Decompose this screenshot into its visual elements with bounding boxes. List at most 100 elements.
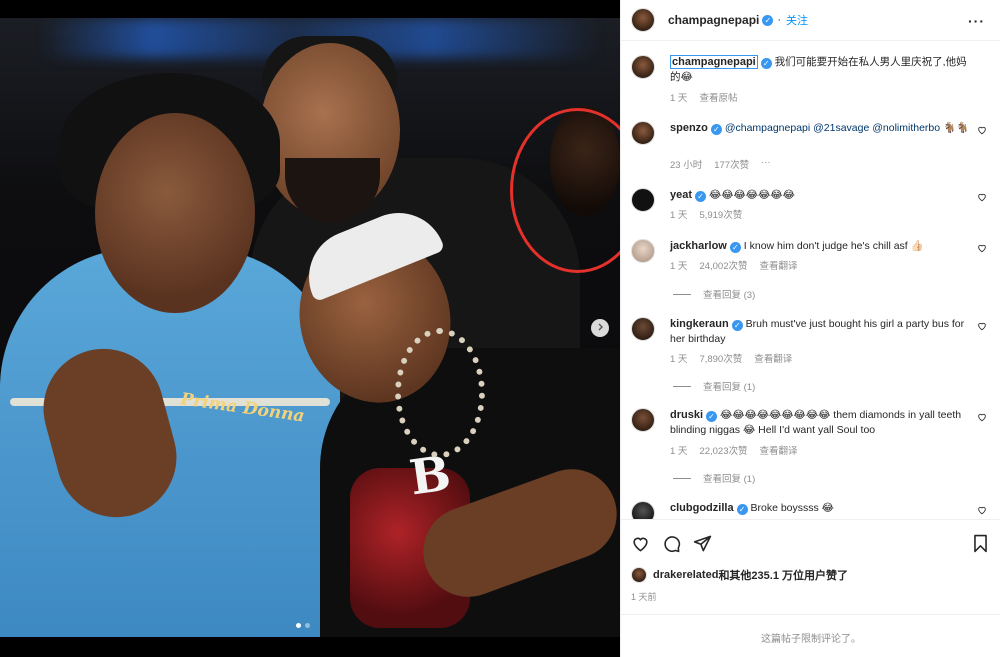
caption: champagnepapi ✓ 我们可能要开始在私人男人里庆祝了,他妈的😂 1 天… bbox=[631, 55, 991, 105]
comment-likes[interactable]: 177次赞 bbox=[714, 157, 749, 171]
comment-body: jackharlow ✓ I know him don't judge he's … bbox=[670, 239, 970, 254]
comment-meta: 1 天 5,919次赞 bbox=[670, 207, 742, 221]
comment-icon[interactable] bbox=[662, 534, 681, 556]
author-avatar[interactable] bbox=[631, 8, 655, 32]
author-avatar[interactable] bbox=[631, 55, 655, 79]
chevron-right-icon bbox=[596, 322, 604, 334]
view-replies-button[interactable]: 查看回复 (1) bbox=[673, 379, 755, 393]
heart-icon[interactable] bbox=[977, 243, 987, 253]
post-date[interactable]: 1 天前 bbox=[631, 590, 657, 603]
comment-item: spenzo ✓ @champagnepapi @21savage @nolimi… bbox=[631, 121, 991, 171]
paper-plane-icon[interactable] bbox=[693, 534, 712, 556]
see-translation-link[interactable]: 查看翻译 bbox=[760, 443, 798, 457]
comment-text: I know him don't judge he's chill asf 👍🏻 bbox=[743, 240, 924, 252]
replies-divider bbox=[673, 293, 691, 295]
bookmark-icon[interactable] bbox=[972, 534, 989, 556]
gold-chain bbox=[395, 328, 485, 458]
comment-item: clubgodzilla ✓ Broke boyssss 😂 bbox=[631, 501, 991, 519]
comment-time[interactable]: 1 天 bbox=[670, 258, 687, 272]
comment-text: Broke boyssss 😂 bbox=[750, 502, 834, 514]
commenter-avatar[interactable] bbox=[631, 121, 655, 145]
comment-username[interactable]: spenzo bbox=[670, 122, 708, 134]
comment-username[interactable]: druski bbox=[670, 409, 703, 421]
liked-by-username[interactable]: drakerelated bbox=[653, 569, 718, 581]
post-actions: drakerelated 和其他235.1 万位用户赞了 1 天前 bbox=[621, 519, 1000, 637]
carousel-dot bbox=[296, 623, 301, 628]
carousel-dot bbox=[305, 623, 310, 628]
view-replies-label[interactable]: 查看回复 (1) bbox=[703, 471, 755, 485]
heart-icon[interactable] bbox=[977, 321, 987, 331]
commenter-avatar[interactable] bbox=[631, 317, 655, 341]
commenter-avatar[interactable] bbox=[631, 239, 655, 263]
comment-item: yeat ✓ 😂😂😂😂😂😂😂 1 天 5,919次赞 bbox=[631, 188, 991, 228]
liker-avatar[interactable] bbox=[631, 567, 647, 583]
heart-icon[interactable] bbox=[977, 412, 987, 422]
comment-item: kingkeraun ✓ Bruh must've just bought his… bbox=[631, 317, 991, 377]
commenter-avatar[interactable] bbox=[631, 408, 655, 432]
caption-body: champagnepapi ✓ 我们可能要开始在私人男人里庆祝了,他妈的😂 bbox=[670, 55, 970, 85]
comment-time[interactable]: 1 天 bbox=[670, 207, 687, 221]
comment-username[interactable]: clubgodzilla bbox=[670, 502, 734, 514]
comments-list[interactable]: champagnepapi ✓ 我们可能要开始在私人男人里庆祝了,他妈的😂 1 天… bbox=[621, 41, 1000, 519]
comment-likes[interactable]: 5,919次赞 bbox=[699, 207, 742, 221]
comment-meta: 23 小时 177次赞 ··· bbox=[670, 157, 771, 171]
comment-body: kingkeraun ✓ Bruh must've just bought his… bbox=[670, 317, 970, 347]
more-options-icon[interactable]: ··· bbox=[968, 13, 985, 29]
verified-badge-icon: ✓ bbox=[729, 242, 741, 253]
comment-more-icon[interactable]: ··· bbox=[761, 157, 771, 171]
heart-icon[interactable] bbox=[977, 125, 987, 135]
view-replies-button[interactable]: 查看回复 (3) bbox=[673, 287, 755, 301]
comment-body: spenzo ✓ @champagnepapi @21savage @nolimi… bbox=[670, 121, 970, 136]
carousel-next-button[interactable] bbox=[591, 319, 609, 337]
verified-badge-icon: ✓ bbox=[731, 320, 743, 331]
caption-meta: 1 天 查看原帖 bbox=[670, 90, 737, 104]
comment-username[interactable]: yeat bbox=[670, 189, 692, 201]
comment-time[interactable]: 1 天 bbox=[670, 443, 687, 457]
shirt-logo: Prima Donna bbox=[179, 389, 306, 427]
comment-meta: 1 天 7,890次赞 查看翻译 bbox=[670, 351, 792, 365]
replies-divider bbox=[673, 477, 691, 479]
comment-meta: 1 天 24,002次赞 查看翻译 bbox=[670, 258, 798, 272]
commenter-avatar[interactable] bbox=[631, 188, 655, 212]
comment-likes[interactable]: 7,890次赞 bbox=[699, 351, 742, 365]
dot-separator: · bbox=[777, 14, 782, 26]
replies-divider bbox=[673, 385, 691, 387]
see-translation-link[interactable]: 查看翻译 bbox=[754, 351, 792, 365]
carousel-dots bbox=[296, 623, 310, 628]
verified-badge-icon: ✓ bbox=[736, 504, 748, 515]
comment-body: yeat ✓ 😂😂😂😂😂😂😂 bbox=[670, 188, 970, 203]
comment-username[interactable]: kingkeraun bbox=[670, 318, 729, 330]
see-original-link[interactable]: 查看原帖 bbox=[699, 90, 737, 104]
caption-username[interactable]: champagnepapi bbox=[670, 55, 758, 69]
heart-icon[interactable] bbox=[977, 505, 987, 515]
comment-time[interactable]: 1 天 bbox=[670, 351, 687, 365]
post-media[interactable]: Prima Donna B bbox=[0, 0, 620, 657]
comment-body: clubgodzilla ✓ Broke boyssss 😂 bbox=[670, 501, 970, 516]
comment-likes[interactable]: 24,002次赞 bbox=[699, 258, 747, 272]
view-replies-label[interactable]: 查看回复 (3) bbox=[703, 287, 755, 301]
heart-icon[interactable] bbox=[631, 534, 650, 556]
comment-text: 😂😂😂😂😂😂😂 bbox=[708, 189, 795, 201]
verified-badge-icon: ✓ bbox=[762, 14, 774, 26]
post-side-panel: champagnepapi ✓ · 关注 ··· champagnepapi ✓ … bbox=[620, 0, 1000, 657]
verified-badge-icon: ✓ bbox=[760, 58, 772, 69]
liked-by-count[interactable]: 和其他235.1 万位用户赞了 bbox=[718, 567, 848, 583]
comment-likes[interactable]: 22,023次赞 bbox=[699, 443, 747, 457]
action-icons bbox=[631, 534, 712, 556]
verified-badge-icon: ✓ bbox=[710, 124, 722, 135]
heart-icon[interactable] bbox=[977, 192, 987, 202]
view-replies-label[interactable]: 查看回复 (1) bbox=[703, 379, 755, 393]
follow-button[interactable]: 关注 bbox=[786, 12, 808, 28]
comment-time[interactable]: 23 小时 bbox=[670, 157, 702, 171]
comment-username[interactable]: jackharlow bbox=[670, 240, 727, 252]
commenter-avatar[interactable] bbox=[631, 501, 655, 519]
see-translation-link[interactable]: 查看翻译 bbox=[760, 258, 798, 272]
post-photo[interactable]: Prima Donna B bbox=[0, 18, 620, 637]
left-man-head bbox=[95, 113, 255, 313]
comment-meta: 1 天 22,023次赞 查看翻译 bbox=[670, 443, 798, 457]
caption-time[interactable]: 1 天 bbox=[670, 90, 687, 104]
author-username[interactable]: champagnepapi bbox=[668, 13, 759, 27]
verified-badge-icon: ✓ bbox=[695, 191, 707, 202]
post-header: champagnepapi ✓ · 关注 ··· bbox=[621, 0, 1000, 41]
view-replies-button[interactable]: 查看回复 (1) bbox=[673, 471, 755, 485]
